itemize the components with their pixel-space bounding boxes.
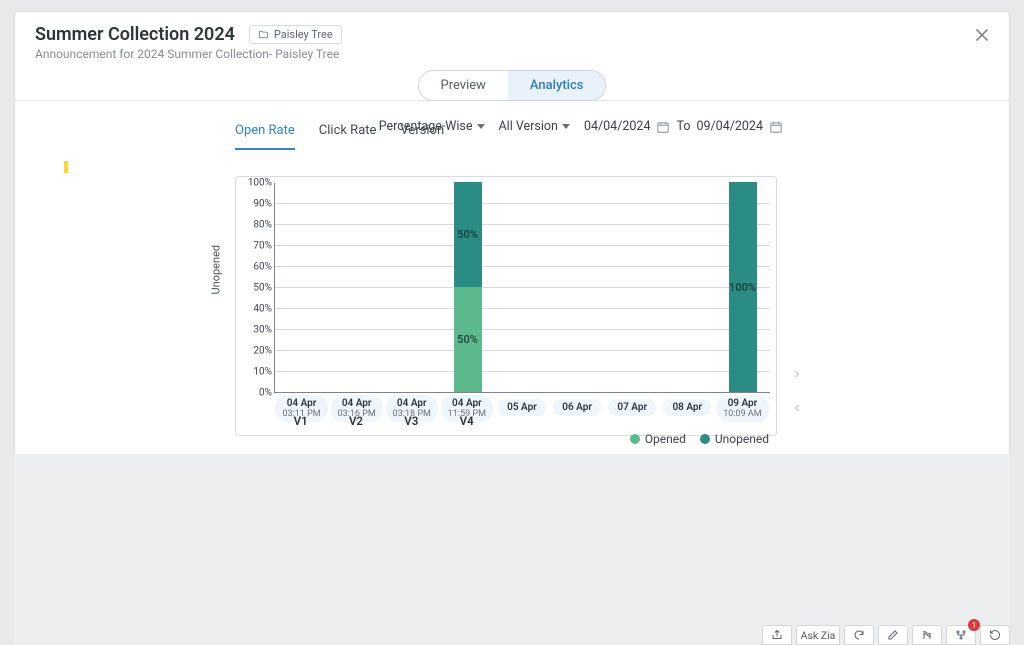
subtab-click-rate[interactable]: Click Rate <box>319 119 377 150</box>
marker-indicator <box>64 161 68 173</box>
y-tick: 80% <box>253 220 272 231</box>
tab-preview[interactable]: Preview <box>419 71 508 100</box>
chart-prev-button[interactable] <box>787 393 807 423</box>
legend-swatch-unopened <box>700 434 710 444</box>
mode-dropdown[interactable]: Percentage-Wise <box>379 119 485 134</box>
bar-stack[interactable]: 50%50% <box>454 182 482 392</box>
bar-segment-unopened: 50% <box>454 182 482 287</box>
tab-analytics[interactable]: Analytics <box>508 71 606 100</box>
version-label: V1 <box>273 414 328 428</box>
lower-backdrop <box>14 454 1010 645</box>
chart-column <box>275 183 330 392</box>
chart-column <box>330 183 385 392</box>
version-label: All Version <box>499 119 558 134</box>
panel-header: Summer Collection 2024 Paisley Tree Anno… <box>15 12 1009 67</box>
toolbar-history-button[interactable] <box>980 625 1010 645</box>
chart-next-button[interactable] <box>787 359 807 389</box>
main-tabs: Preview Analytics <box>418 70 607 101</box>
y-tick: 100% <box>248 178 272 189</box>
y-tick: 90% <box>253 199 272 210</box>
folder-icon <box>258 29 269 40</box>
y-axis-label: Unopened <box>210 245 223 295</box>
mode-label: Percentage-Wise <box>379 119 473 134</box>
chart-column <box>660 183 715 392</box>
version-label <box>716 414 771 428</box>
bar-segment-opened: 50% <box>454 287 482 392</box>
subtab-open-rate[interactable]: Open Rate <box>235 119 295 150</box>
y-tick: 60% <box>253 262 272 273</box>
chart-legend: Opened Unopened <box>630 432 769 446</box>
version-label <box>550 414 605 428</box>
toolbar-flags-button[interactable] <box>912 625 942 645</box>
legend-unopened: Unopened <box>700 432 769 446</box>
version-label: V2 <box>328 414 383 428</box>
version-label: V3 <box>384 414 439 428</box>
date-from[interactable]: 04/04/2024 <box>584 119 651 134</box>
chart-area: Unopened 0%10%20%30%40%50%60%70%80%90%10… <box>235 176 777 436</box>
toolbar-ask-zia-button[interactable]: Ask Zia <box>796 625 840 645</box>
y-tick: 40% <box>253 304 272 315</box>
chevron-down-icon <box>477 124 485 129</box>
to-label: To <box>676 119 690 134</box>
chart-column <box>550 183 605 392</box>
y-tick: 20% <box>253 346 272 357</box>
date-to[interactable]: 09/04/2024 <box>696 119 763 134</box>
chart-column <box>605 183 660 392</box>
chart-column: 50%50% <box>440 183 495 392</box>
chart-column <box>385 183 440 392</box>
notification-badge: 1 <box>968 619 980 631</box>
page-title: Summer Collection 2024 <box>35 24 235 45</box>
page-subtitle: Announcement for 2024 Summer Collection-… <box>35 47 989 61</box>
calendar-icon[interactable] <box>656 120 670 134</box>
version-label: V4 <box>439 414 494 428</box>
bar-stack[interactable]: 100% <box>729 182 757 392</box>
folder-tag[interactable]: Paisley Tree <box>249 25 342 44</box>
y-tick: 50% <box>253 283 272 294</box>
calendar-icon[interactable] <box>769 120 783 134</box>
folder-label: Paisley Tree <box>274 28 333 41</box>
legend-opened: Opened <box>630 432 686 446</box>
toolbar-flow-button[interactable]: 1 <box>946 625 976 645</box>
version-label <box>605 414 660 428</box>
chart-column <box>495 183 550 392</box>
y-tick: 70% <box>253 241 272 252</box>
chevron-down-icon <box>562 124 570 129</box>
toolbar-share-button[interactable] <box>762 625 792 645</box>
y-axis-ticks: 0%10%20%30%40%50%60%70%80%90%100% <box>240 177 274 387</box>
toolbar-edit-button[interactable] <box>878 625 908 645</box>
version-label <box>660 414 715 428</box>
legend-swatch-opened <box>630 434 640 444</box>
bottom-toolbar: Ask Zia 1 <box>762 623 1010 645</box>
y-tick: 30% <box>253 325 272 336</box>
toolbar-refresh-button[interactable] <box>844 625 874 645</box>
version-dropdown[interactable]: All Version <box>499 119 570 134</box>
bar-segment-unopened: 100% <box>729 182 757 392</box>
version-row: V1V2V3V4 <box>273 414 771 428</box>
date-range: 04/04/2024 To 09/04/2024 <box>584 119 783 134</box>
chart-bars: 50%50% 100% <box>275 183 770 392</box>
chart-plot: 50%50% 100% <box>274 183 770 393</box>
chart-column: 100% <box>715 183 770 392</box>
close-button[interactable] <box>971 24 993 46</box>
chart-controls: Percentage-Wise All Version 04/04/2024 T… <box>379 119 783 134</box>
y-tick: 0% <box>259 388 272 399</box>
y-tick: 10% <box>253 367 272 378</box>
version-label <box>494 414 549 428</box>
main-tabbar: Preview Analytics <box>15 69 1009 101</box>
